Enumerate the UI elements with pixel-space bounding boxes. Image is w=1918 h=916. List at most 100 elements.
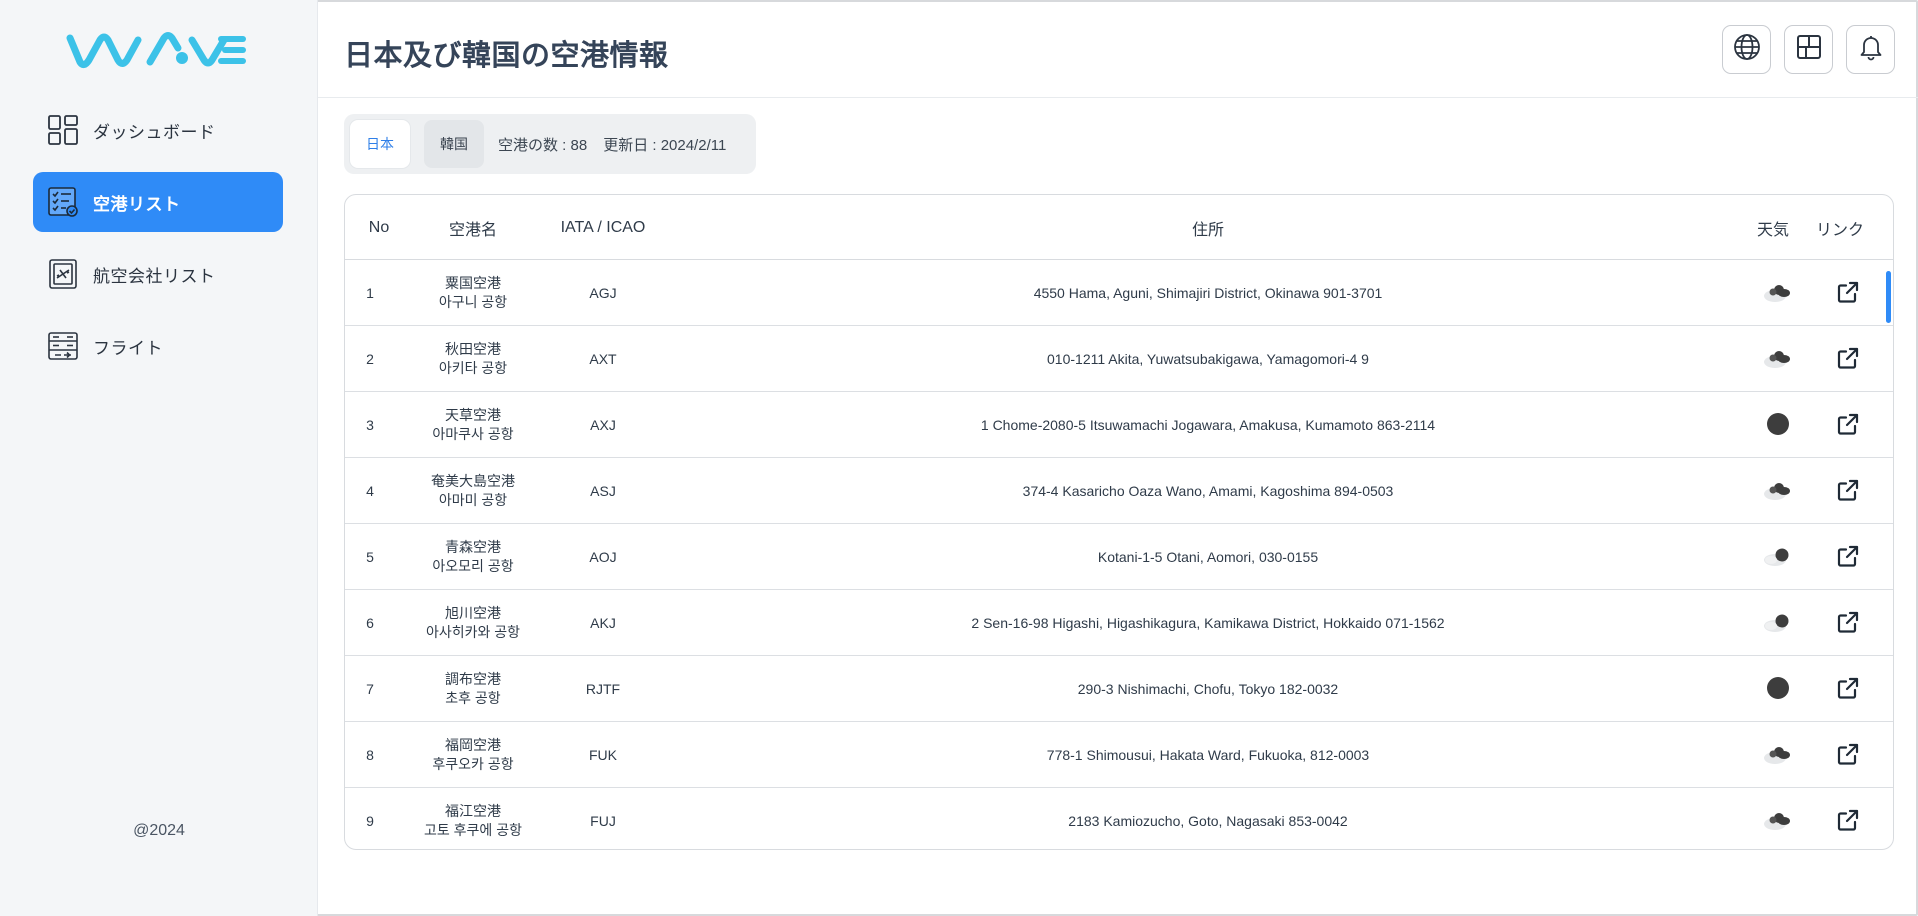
airport-name-jp: 奄美大島空港	[431, 473, 515, 489]
flight-board-icon	[47, 330, 79, 362]
sidebar: ダッシュボード 空港リスト 航空会社リスト フライト @2024	[0, 0, 318, 916]
airport-code: AXJ	[590, 417, 616, 433]
airport-name-jp: 福岡空港	[445, 737, 501, 753]
airport-name: 旭川空港 아사히카와 공항	[413, 590, 533, 656]
weather-cell	[1743, 590, 1813, 656]
airport-code: FUK	[589, 747, 617, 763]
external-link-icon[interactable]	[1836, 346, 1860, 373]
external-link-icon[interactable]	[1836, 610, 1860, 637]
airport-code: AKJ	[590, 615, 616, 631]
checklist-icon	[47, 186, 79, 218]
cloudy-weather-icon	[1761, 479, 1795, 504]
airport-name: 福岡空港 후쿠오카 공항	[413, 722, 533, 788]
overcast-weather-icon	[1766, 676, 1790, 703]
weather-cell	[1743, 260, 1813, 326]
row-number: 1	[366, 285, 374, 301]
sidebar-item-airport-list[interactable]: 空港リスト	[33, 172, 283, 232]
sidebar-item-dashboard[interactable]: ダッシュボード	[33, 100, 283, 160]
external-link-icon[interactable]	[1836, 544, 1860, 571]
airport-address: 2 Sen-16-98 Higashi, Higashikagura, Kami…	[971, 615, 1445, 631]
airport-name-jp: 福江空港	[445, 803, 501, 819]
airport-name: 秋田空港 아키타 공항	[413, 326, 533, 392]
updated-date: 更新日 : 2024/2/11	[603, 136, 727, 154]
top-header: 日本及び韓国の空港情報	[318, 0, 1918, 98]
airport-name-jp: 青森空港	[445, 539, 501, 555]
link-cell	[1813, 788, 1883, 849]
airport-name-jp: 粟国空港	[445, 275, 501, 291]
cloudy-weather-icon	[1761, 743, 1795, 768]
link-cell	[1813, 392, 1883, 458]
airline-card-icon	[47, 258, 79, 290]
row-number: 5	[366, 549, 374, 565]
link-cell	[1813, 260, 1883, 326]
weather-cell	[1743, 722, 1813, 788]
table-row: 4 奄美大島空港 아마미 공항 ASJ 374-4 Kasaricho Oaza…	[345, 458, 1893, 524]
external-link-icon[interactable]	[1836, 412, 1860, 439]
wave-logo[interactable]	[66, 30, 248, 70]
col-no[interactable]: No	[345, 195, 413, 260]
external-link-icon[interactable]	[1836, 808, 1860, 835]
layout-button[interactable]	[1784, 25, 1833, 74]
airport-name-jp: 調布空港	[445, 671, 501, 687]
dashboard-icon	[47, 114, 79, 146]
weather-cell	[1743, 326, 1813, 392]
page-title: 日本及び韓国の空港情報	[344, 40, 669, 72]
airport-code: ASJ	[590, 483, 616, 499]
airport-name: 青森空港 아오모리 공항	[413, 524, 533, 590]
external-link-icon[interactable]	[1836, 676, 1860, 703]
airport-name-kr: 아구니 공항	[438, 294, 508, 310]
table-row: 1 粟国空港 아구니 공항 AGJ 4550 Hama, Aguni, Shim…	[345, 260, 1893, 326]
airport-address: 290-3 Nishimachi, Chofu, Tokyo 182-0032	[1077, 681, 1339, 697]
airport-name: 調布空港 초후 공항	[413, 656, 533, 722]
col-name[interactable]: 空港名	[413, 195, 533, 260]
airport-code: AGJ	[589, 285, 617, 301]
link-cell	[1813, 722, 1883, 788]
row-number: 9	[366, 813, 374, 829]
row-number: 3	[366, 417, 374, 433]
col-address[interactable]: 住所	[673, 195, 1743, 260]
table-row: 3 天草空港 아마쿠사 공항 AXJ 1 Chome-2080-5 Itsuwa…	[345, 392, 1893, 458]
airport-name-kr: 아키타 공항	[438, 360, 508, 376]
partly-cloudy-weather-icon	[1761, 545, 1795, 570]
sidebar-item-label: フライト	[93, 338, 163, 358]
external-link-icon[interactable]	[1836, 742, 1860, 769]
external-link-icon[interactable]	[1836, 478, 1860, 505]
airport-name-kr: 초후 공항	[445, 690, 501, 706]
tab-japan[interactable]: 日本	[350, 120, 410, 168]
airport-code: FUJ	[590, 813, 616, 829]
sidebar-item-label: 空港リスト	[93, 194, 181, 214]
airport-address: 778-1 Shimousui, Hakata Ward, Fukuoka, 8…	[1046, 747, 1370, 763]
airport-count: 空港の数 : 88	[498, 136, 588, 154]
airport-name-kr: 아사히카와 공항	[425, 624, 521, 640]
col-weather[interactable]: 天気	[1743, 195, 1803, 260]
tab-korea[interactable]: 韓国	[424, 120, 484, 168]
airport-address: Kotani-1-5 Otani, Aomori, 030-0155	[1097, 549, 1319, 565]
cloudy-weather-icon	[1761, 281, 1795, 306]
cloudy-weather-icon	[1761, 347, 1795, 372]
sidebar-item-flights[interactable]: フライト	[33, 316, 283, 376]
sidebar-item-label: 航空会社リスト	[93, 266, 216, 286]
airport-name: 奄美大島空港 아마미 공항	[413, 458, 533, 524]
link-cell	[1813, 656, 1883, 722]
airport-name-kr: 아오모리 공항	[432, 558, 514, 574]
airport-address: 2183 Kamiozucho, Goto, Nagasaki 853-0042	[1068, 813, 1348, 829]
table-body: 1 粟国空港 아구니 공항 AGJ 4550 Hama, Aguni, Shim…	[345, 260, 1893, 849]
language-button[interactable]	[1722, 25, 1771, 74]
airport-table: No 空港名 IATA / ICAO 住所 天気 リンク 1 粟国空港 아구니 …	[344, 194, 1894, 850]
airport-name-kr: 고토 후쿠에 공항	[424, 822, 522, 838]
airport-name: 福江空港 고토 후쿠에 공항	[413, 788, 533, 849]
weather-cell	[1743, 392, 1813, 458]
table-row: 2 秋田空港 아키타 공항 AXT 010-1211 Akita, Yuwats…	[345, 326, 1893, 392]
notifications-button[interactable]	[1846, 25, 1895, 74]
airport-name-kr: 아마미 공항	[438, 492, 508, 508]
scrollbar-thumb[interactable]	[1886, 271, 1891, 323]
external-link-icon[interactable]	[1836, 280, 1860, 307]
airport-name-jp: 旭川空港	[445, 605, 501, 621]
col-code[interactable]: IATA / ICAO	[533, 195, 673, 260]
layout-icon	[1795, 33, 1823, 66]
col-link[interactable]: リンク	[1805, 195, 1875, 260]
partly-cloudy-weather-icon	[1761, 611, 1795, 636]
airport-name: 天草空港 아마쿠사 공항	[413, 392, 533, 458]
sidebar-item-label: ダッシュボード	[93, 122, 216, 142]
sidebar-item-airline-list[interactable]: 航空会社リスト	[33, 244, 283, 304]
